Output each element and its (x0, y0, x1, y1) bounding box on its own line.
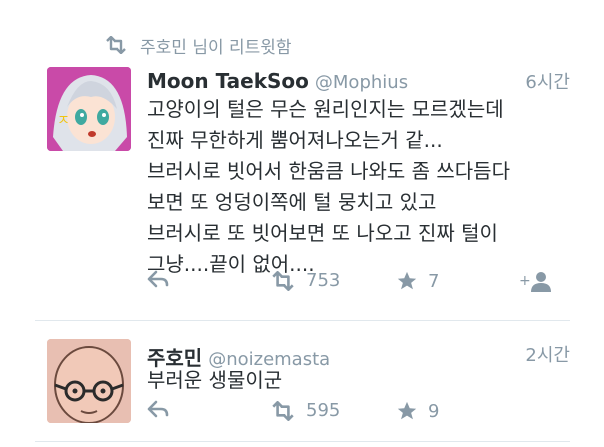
star-icon (397, 401, 417, 420)
svg-text:+: + (519, 273, 531, 289)
user-name[interactable]: Moon TaekSoo (147, 69, 309, 93)
tweet-divider (35, 320, 570, 321)
anime-girl-avatar[interactable]: ㅈ (47, 67, 131, 151)
tweet-header: Moon TaekSoo @Mophius (147, 69, 408, 93)
favorite-button[interactable]: 9 (396, 400, 439, 422)
reply-icon (147, 400, 169, 418)
retweet-context: 주호민 님이 리트윗함 (104, 33, 292, 58)
tweet-time[interactable]: 6시간 (525, 68, 570, 94)
user-handle[interactable]: @Mophius (315, 72, 408, 93)
retweet-icon (106, 36, 126, 54)
bald-man-avatar[interactable] (47, 339, 131, 423)
favorite-button[interactable]: 7 (396, 270, 439, 292)
svg-text:ㅈ: ㅈ (57, 113, 70, 129)
star-icon (397, 271, 417, 290)
tweet-text: 고양이의 털은 무슨 원리인지는 모르겠는데 진짜 무한하게 뿜어져나오는거 같… (147, 97, 510, 276)
reply-button[interactable] (147, 270, 169, 288)
retweet-button[interactable]: 753 (270, 270, 340, 291)
follow-icon: + (519, 272, 551, 292)
favorite-count: 7 (428, 270, 440, 292)
reply-icon (147, 270, 169, 288)
retweet-icon (272, 270, 294, 291)
retweet-context-text: 주호민 님이 리트윗함 (140, 37, 292, 58)
retweet-button[interactable]: 595 (270, 400, 340, 421)
favorite-count: 9 (428, 400, 440, 422)
tweet-time[interactable]: 2시간 (525, 341, 570, 367)
reply-button[interactable] (147, 400, 169, 418)
retweet-count: 595 (306, 400, 341, 421)
tweet-divider (35, 441, 570, 442)
retweet-count: 753 (306, 270, 341, 291)
follow-button[interactable]: + (519, 270, 553, 292)
tweet-actions: 753 7 + (147, 270, 557, 296)
retweet-icon (272, 400, 294, 421)
tweet-text: 부러운 생물이군 (147, 368, 283, 392)
tweet-actions: 595 9 (147, 400, 557, 426)
